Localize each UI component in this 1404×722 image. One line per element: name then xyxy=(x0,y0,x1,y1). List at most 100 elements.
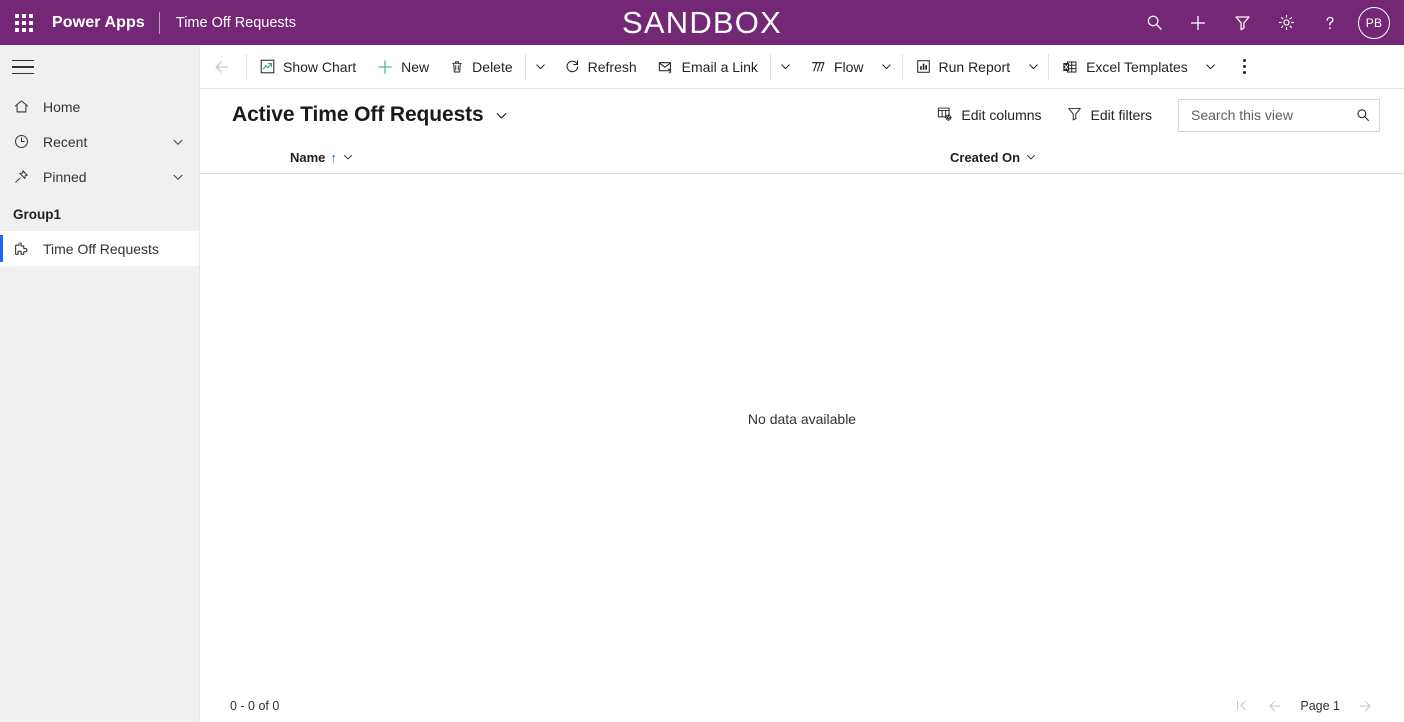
waffle-grid xyxy=(15,13,33,32)
email-a-link-caret-icon[interactable] xyxy=(773,45,799,89)
command-divider xyxy=(1048,53,1050,80)
data-grid: Name ↑ Created On No data available xyxy=(200,141,1404,688)
app-launcher-icon[interactable] xyxy=(0,0,48,45)
sidebar-item-label: Pinned xyxy=(43,168,87,185)
app-body: Home Recent Pinned Group1 Time Off Reque… xyxy=(0,45,1404,722)
sidebar-item-pinned[interactable]: Pinned xyxy=(0,159,199,194)
app-root: Power Apps Time Off Requests SANDBOX PB … xyxy=(0,0,1404,722)
brand-title[interactable]: Power Apps xyxy=(48,14,159,32)
excel-templates-button[interactable]: Excel Templates xyxy=(1051,45,1198,89)
grid-footer: 0 - 0 of 0 Page 1 xyxy=(200,688,1404,722)
plus-icon xyxy=(376,58,394,76)
edit-columns-icon xyxy=(936,105,953,125)
command-divider xyxy=(901,53,903,80)
email-a-link-button[interactable]: Email a Link xyxy=(647,45,768,89)
flow-icon xyxy=(809,58,827,76)
flow-label: Flow xyxy=(833,58,864,75)
sidebar-item-label: Recent xyxy=(43,133,88,150)
chevron-down-icon[interactable] xyxy=(494,108,509,123)
clock-icon xyxy=(13,133,43,150)
run-report-label: Run Report xyxy=(938,58,1011,75)
command-divider xyxy=(524,53,526,80)
edit-filters-button[interactable]: Edit filters xyxy=(1056,99,1162,131)
show-chart-icon xyxy=(259,58,276,75)
sidebar-item-label: Time Off Requests xyxy=(43,240,159,257)
avatar[interactable]: PB xyxy=(1358,6,1390,39)
help-icon[interactable] xyxy=(1308,0,1352,45)
command-bar: Show Chart New Delete Refresh Email a Li… xyxy=(200,45,1404,89)
filter-icon[interactable] xyxy=(1220,0,1264,45)
delete-label: Delete xyxy=(472,58,513,75)
sidebar-group-label: Group1 xyxy=(13,207,62,222)
empty-state-message: No data available xyxy=(747,411,857,427)
command-divider xyxy=(246,53,247,80)
main-content: Show Chart New Delete Refresh Email a Li… xyxy=(200,45,1404,722)
record-count: 0 - 0 of 0 xyxy=(230,698,280,713)
column-header-name[interactable]: Name ↑ xyxy=(230,141,950,174)
delete-button[interactable]: Delete xyxy=(439,45,522,89)
view-selector[interactable]: Active Time Off Requests xyxy=(232,103,509,127)
pagination: Page 1 xyxy=(1226,693,1380,719)
show-chart-label: Show Chart xyxy=(283,58,357,75)
chevron-down-icon[interactable] xyxy=(171,135,191,149)
delete-caret-icon[interactable] xyxy=(528,45,554,89)
edit-columns-button[interactable]: Edit columns xyxy=(926,99,1051,131)
refresh-label: Refresh xyxy=(587,58,637,75)
refresh-icon xyxy=(564,58,581,75)
back-button[interactable] xyxy=(200,45,244,89)
hamburger-lines xyxy=(12,60,34,74)
chevron-down-icon[interactable] xyxy=(1025,151,1037,163)
gear-icon[interactable] xyxy=(1264,0,1308,45)
view-actions: Edit columns Edit filters xyxy=(926,98,1380,132)
sidebar-item-label: Home xyxy=(43,98,81,115)
app-header: Power Apps Time Off Requests SANDBOX PB xyxy=(0,0,1404,45)
new-button[interactable]: New xyxy=(366,45,439,89)
column-header-label: Created On xyxy=(950,149,1021,165)
filter-icon xyxy=(1066,105,1083,125)
excel-templates-label: Excel Templates xyxy=(1086,58,1188,75)
plus-icon[interactable] xyxy=(1176,0,1220,45)
chevron-down-icon[interactable] xyxy=(342,151,354,163)
sidebar-item-time-off-requests[interactable]: Time Off Requests xyxy=(0,231,199,266)
report-icon xyxy=(915,58,932,75)
run-report-button[interactable]: Run Report xyxy=(905,45,1021,89)
new-label: New xyxy=(401,58,430,75)
previous-page-icon[interactable] xyxy=(1260,693,1290,719)
excel-icon xyxy=(1061,58,1079,76)
home-icon xyxy=(13,98,43,115)
first-page-icon[interactable] xyxy=(1226,693,1256,719)
grid-header-row: Name ↑ Created On xyxy=(200,141,1404,174)
pin-icon xyxy=(13,168,43,185)
environment-banner-label: SANDBOX xyxy=(622,4,782,40)
flow-button[interactable]: Flow xyxy=(799,45,874,89)
view-bar: Active Time Off Requests Edit columns Ed… xyxy=(200,89,1404,141)
column-header-created-on[interactable]: Created On xyxy=(950,141,1380,174)
hamburger-icon[interactable] xyxy=(0,45,199,89)
search-icon[interactable] xyxy=(1132,0,1176,45)
sort-ascending-icon: ↑ xyxy=(330,149,337,165)
refresh-button[interactable]: Refresh xyxy=(554,45,647,89)
page-label: Page 1 xyxy=(1300,698,1340,713)
flow-caret-icon[interactable] xyxy=(874,45,900,89)
grid-body: No data available xyxy=(200,174,1404,688)
chevron-down-icon[interactable] xyxy=(171,170,191,184)
entity-icon xyxy=(13,240,43,258)
search-icon[interactable] xyxy=(1351,107,1371,123)
excel-templates-caret-icon[interactable] xyxy=(1198,45,1224,89)
sidebar-item-home[interactable]: Home xyxy=(0,89,199,124)
column-header-label: Name xyxy=(290,149,326,165)
header-actions: PB xyxy=(1132,0,1404,45)
more-commands-button[interactable] xyxy=(1230,45,1260,89)
sidebar-item-recent[interactable]: Recent xyxy=(0,124,199,159)
sidebar: Home Recent Pinned Group1 Time Off Reque… xyxy=(0,45,200,722)
search-input[interactable] xyxy=(1189,106,1351,124)
run-report-caret-icon[interactable] xyxy=(1020,45,1046,89)
command-divider xyxy=(769,53,771,80)
email-a-link-label: Email a Link xyxy=(681,58,758,75)
edit-filters-label: Edit filters xyxy=(1090,107,1152,123)
next-page-icon[interactable] xyxy=(1350,693,1380,719)
show-chart-button[interactable]: Show Chart xyxy=(249,45,366,89)
trash-icon xyxy=(449,59,465,75)
app-name[interactable]: Time Off Requests xyxy=(160,15,296,31)
search-this-view[interactable] xyxy=(1178,98,1380,132)
